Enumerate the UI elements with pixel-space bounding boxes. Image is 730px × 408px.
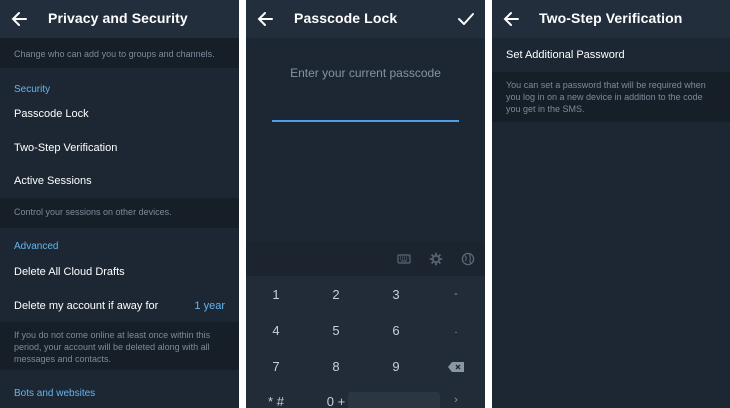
- bots-section-header: Bots and websites: [14, 388, 96, 399]
- key-1[interactable]: 1: [246, 287, 306, 302]
- page-title: Passcode Lock: [294, 10, 398, 26]
- passcode-lock-item[interactable]: Passcode Lock: [0, 98, 239, 130]
- page-title: Two-Step Verification: [539, 10, 683, 26]
- keyboard-icon[interactable]: [397, 252, 411, 266]
- page-title: Privacy and Security: [48, 10, 188, 26]
- key-minus[interactable]: -: [426, 288, 486, 300]
- delete-drafts-item[interactable]: Delete All Cloud Drafts: [0, 256, 239, 288]
- active-sessions-item[interactable]: Active Sessions: [0, 165, 239, 197]
- key-next[interactable]: ›: [426, 394, 486, 406]
- delete-account-label: Delete my account if away for: [14, 300, 159, 312]
- delete-drafts-label: Delete All Cloud Drafts: [14, 266, 125, 278]
- passcode-input[interactable]: Enter your current passcode: [246, 66, 485, 80]
- set-password-item[interactable]: Set Additional Password: [492, 38, 730, 72]
- key-5[interactable]: 5: [306, 323, 366, 338]
- two-step-verification-item[interactable]: Two-Step Verification: [0, 132, 239, 164]
- key-3[interactable]: 3: [366, 287, 426, 302]
- active-sessions-label: Active Sessions: [14, 175, 92, 187]
- password-hint: You can set a password that will be requ…: [492, 72, 730, 122]
- key-4[interactable]: 4: [246, 323, 306, 338]
- app-bar: Passcode Lock: [246, 0, 485, 38]
- delete-account-value: 1 year: [194, 300, 225, 312]
- keyboard-toolbar: [246, 242, 485, 276]
- passcode-lock-screen: Passcode Lock Enter your current passcod…: [246, 0, 485, 408]
- backspace-icon[interactable]: [447, 361, 465, 373]
- key-period[interactable]: .: [426, 324, 486, 336]
- app-bar: Two-Step Verification: [492, 0, 730, 38]
- key-7[interactable]: 7: [246, 359, 306, 374]
- set-password-label: Set Additional Password: [506, 49, 625, 61]
- checkmark-icon[interactable]: [457, 10, 475, 28]
- advanced-section-header: Advanced: [14, 241, 59, 252]
- two-step-verification-label: Two-Step Verification: [14, 142, 118, 154]
- key-star-hash[interactable]: * #: [246, 394, 306, 408]
- key-9[interactable]: 9: [366, 359, 426, 374]
- back-arrow-icon[interactable]: [256, 9, 274, 29]
- key-2[interactable]: 2: [306, 287, 366, 302]
- back-arrow-icon[interactable]: [10, 9, 28, 29]
- two-step-verification-screen: Two-Step Verification Set Additional Pas…: [492, 0, 730, 408]
- delete-account-item[interactable]: Delete my account if away for 1 year: [0, 290, 239, 322]
- passcode-lock-label: Passcode Lock: [14, 108, 89, 120]
- app-bar: Privacy and Security: [0, 0, 239, 38]
- sessions-hint: Control your sessions on other devices.: [0, 198, 239, 228]
- globe-icon[interactable]: [461, 252, 475, 266]
- groups-hint: Change who can add you to groups and cha…: [0, 38, 239, 68]
- key-6[interactable]: 6: [366, 323, 426, 338]
- back-arrow-icon[interactable]: [502, 9, 520, 29]
- privacy-security-screen: Privacy and Security Change who can add …: [0, 0, 239, 408]
- input-underline: [272, 120, 459, 122]
- key-zero-plus[interactable]: 0 +: [306, 394, 366, 408]
- gear-icon[interactable]: [429, 252, 443, 266]
- key-8[interactable]: 8: [306, 359, 366, 374]
- delete-account-hint: If you do not come online at least once …: [0, 322, 239, 370]
- security-section-header: Security: [14, 84, 51, 95]
